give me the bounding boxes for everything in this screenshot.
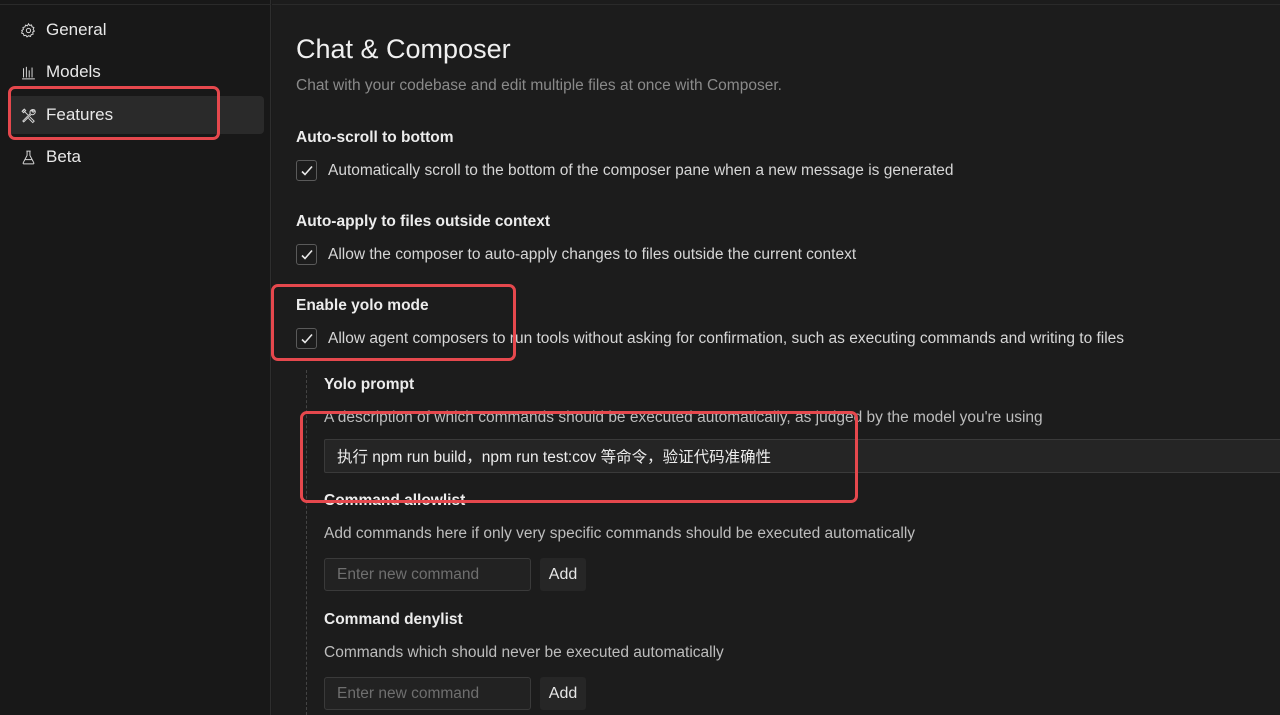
auto-scroll-title: Auto-scroll to bottom <box>296 129 454 146</box>
page-title: Chat & Composer <box>296 34 511 64</box>
divider <box>272 4 1280 5</box>
auto-apply-checkbox[interactable] <box>296 244 317 265</box>
auto-scroll-label: Automatically scroll to the bottom of th… <box>328 161 954 179</box>
sidebar-item-models[interactable]: Models <box>8 53 264 91</box>
yolo-prompt-title: Yolo prompt <box>324 376 415 393</box>
allowlist-input[interactable] <box>324 558 531 591</box>
page-subtitle: Chat with your codebase and edit multipl… <box>296 77 782 94</box>
yolo-mode-title: Enable yolo mode <box>296 297 429 314</box>
auto-apply-label: Allow the composer to auto-apply changes… <box>328 245 857 263</box>
bar-chart-icon <box>19 63 37 81</box>
checkmark-icon <box>300 333 313 344</box>
yolo-prompt-value: 执行 npm run build，npm run test:cov 等命令，验证… <box>337 449 772 466</box>
sidebar-item-general[interactable]: General <box>8 11 264 49</box>
denylist-add-button[interactable]: Add <box>540 677 586 710</box>
auto-scroll-setting: Automatically scroll to the bottom of th… <box>296 160 954 181</box>
settings-sidebar: General Models Features Beta <box>0 0 271 715</box>
settings-window: General Models Features Beta Chat & Comp… <box>0 0 1280 715</box>
sidebar-item-beta[interactable]: Beta <box>8 138 264 176</box>
yolo-mode-checkbox[interactable] <box>296 328 317 349</box>
sidebar-item-label: General <box>46 20 107 39</box>
checkmark-icon <box>300 249 313 260</box>
sidebar-item-label: Features <box>46 105 114 124</box>
yolo-mode-setting: Allow agent composers to run tools witho… <box>296 328 1124 349</box>
yolo-prompt-input[interactable]: 执行 npm run build，npm run test:cov 等命令，验证… <box>324 439 1280 473</box>
gear-icon <box>19 21 37 39</box>
yolo-mode-label: Allow agent composers to run tools witho… <box>328 329 1125 347</box>
denylist-input[interactable] <box>324 677 531 710</box>
sidebar-item-label: Models <box>46 62 101 81</box>
allowlist-description: Add commands here if only very specific … <box>324 525 916 542</box>
auto-scroll-checkbox[interactable] <box>296 160 317 181</box>
allowlist-add-button[interactable]: Add <box>540 558 586 591</box>
auto-apply-setting: Allow the composer to auto-apply changes… <box>296 244 856 265</box>
divider <box>0 4 271 5</box>
sidebar-item-features[interactable]: Features <box>8 96 264 134</box>
tools-icon <box>19 106 37 124</box>
yolo-subpanel-guide <box>306 370 307 715</box>
checkmark-icon <box>300 165 313 176</box>
yolo-prompt-description: A description of which commands should b… <box>324 409 1043 426</box>
flask-icon <box>19 148 37 166</box>
denylist-description: Commands which should never be executed … <box>324 644 724 661</box>
allowlist-title: Command allowlist <box>324 492 466 509</box>
auto-apply-title: Auto-apply to files outside context <box>296 213 551 230</box>
denylist-title: Command denylist <box>324 611 463 628</box>
settings-content: Chat & Composer Chat with your codebase … <box>272 0 1280 715</box>
sidebar-item-label: Beta <box>46 147 81 166</box>
